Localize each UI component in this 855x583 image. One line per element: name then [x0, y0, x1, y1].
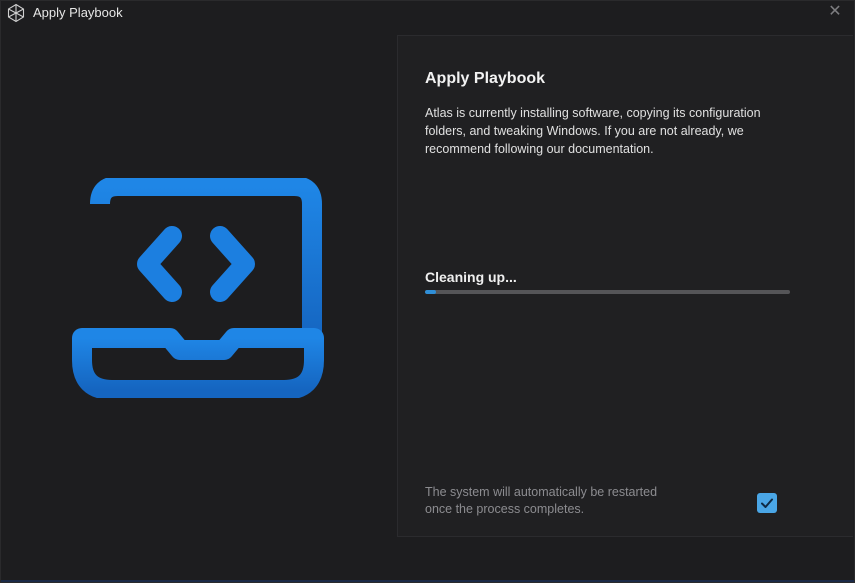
auto-restart-checkbox[interactable]	[757, 493, 777, 513]
checkmark-icon	[761, 498, 773, 508]
progress-status-label: Cleaning up...	[425, 269, 517, 285]
page-title: Apply Playbook	[425, 70, 546, 87]
title-bar: Apply Playbook ✕	[1, 1, 854, 25]
window-title: Apply Playbook	[33, 5, 123, 20]
content-pane: Apply Playbook Atlas is currently instal…	[397, 35, 853, 537]
laptop-code-icon	[72, 178, 324, 398]
close-button[interactable]: ✕	[826, 3, 844, 21]
progress-bar	[425, 290, 790, 294]
atlas-logo-icon	[7, 3, 25, 23]
app-window: Apply Playbook ✕ Apply Playbook Atlas is…	[0, 0, 855, 583]
description-text: Atlas is currently installing software, …	[425, 106, 761, 156]
window-bottom-border	[1, 580, 854, 582]
close-icon: ✕	[828, 3, 842, 20]
restart-note: The system will automatically be restart…	[425, 485, 658, 516]
progress-bar-fill	[425, 290, 436, 294]
illustration-pane	[2, 25, 395, 581]
